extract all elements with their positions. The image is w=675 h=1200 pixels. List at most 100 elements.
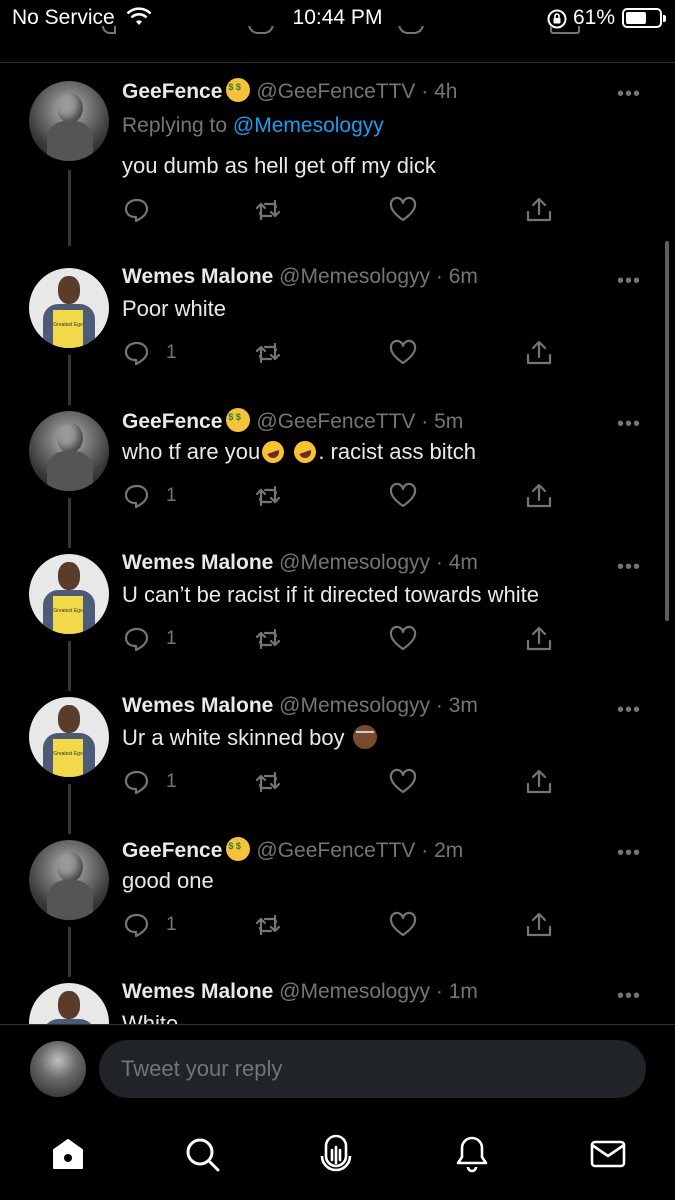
handle[interactable]: @Memesologyy [279,265,430,288]
avatar[interactable]: Greatest Ego [29,983,109,1025]
notifications-icon[interactable] [450,1132,494,1176]
like-button[interactable] [388,337,418,369]
avatar[interactable] [29,411,109,491]
handle[interactable]: @GeeFenceTTV [256,80,415,103]
share-button[interactable] [524,766,554,798]
separator-dot: · [435,694,443,717]
avatar[interactable]: Greatest Ego [29,268,109,348]
timestamp[interactable]: 6m [449,265,478,288]
handle[interactable]: @Memesologyy [279,694,430,717]
tweet[interactable]: GeeFence @GeeFenceTTV · 2m ••• good one 1 [0,822,675,977]
more-options-icon[interactable]: ••• [617,83,641,106]
own-avatar[interactable] [30,1041,86,1097]
timestamp[interactable]: 3m [449,694,478,717]
tweet-actions: 1 [122,909,562,943]
tweet[interactable]: Greatest Ego Wemes Malone @Memesologyy ·… [0,965,675,1025]
tweet-text: Ur a white skinned boy [122,725,377,751]
handle[interactable]: @GeeFenceTTV [256,839,415,862]
share-icon [526,626,552,651]
retweet-button[interactable] [253,480,283,512]
tweet-header: Wemes Malone @Memesologyy · 1m [122,980,478,1004]
reply-count: 1 [166,628,177,649]
display-name[interactable]: Wemes Malone [122,265,273,288]
share-button[interactable] [524,909,554,941]
display-name[interactable]: GeeFence [122,80,222,103]
more-options-icon[interactable]: ••• [617,413,641,436]
avatar[interactable]: Greatest Ego [29,554,109,634]
retweet-button[interactable] [253,623,283,655]
avatar[interactable] [29,840,109,920]
tweet-header: Wemes Malone @Memesologyy · 4m [122,551,478,575]
scrollbar[interactable] [665,241,669,621]
reply-count: 1 [166,771,177,792]
display-name[interactable]: GeeFence [122,410,222,433]
more-options-icon[interactable]: ••• [617,270,641,293]
tweet[interactable]: GeeFence @GeeFenceTTV · 4h ••• Replying t… [0,63,675,246]
like-button[interactable] [388,909,418,941]
tweet-text-part: who tf are you [122,439,261,464]
tweet[interactable]: Greatest Ego Wemes Malone @Memesologyy ·… [0,250,675,405]
reply-button[interactable]: 1 [122,766,177,798]
avatar[interactable] [29,81,109,161]
separator-dot: · [435,551,443,574]
retweet-icon [255,771,281,793]
retweet-button[interactable] [253,337,283,369]
mention-link[interactable]: @Memesologyy [233,114,384,137]
reply-icon [102,26,116,34]
tweet[interactable]: Greatest Ego Wemes Malone @Memesologyy ·… [0,536,675,691]
share-button[interactable] [524,194,554,226]
replying-to: Replying to @Memesologyy [122,114,384,138]
home-icon[interactable] [46,1132,90,1176]
display-name[interactable]: GeeFence [122,839,222,862]
display-name[interactable]: Wemes Malone [122,551,273,574]
reply-input[interactable]: Tweet your reply [99,1040,646,1098]
search-icon[interactable] [180,1132,224,1176]
like-icon [389,196,417,222]
separator-dot: · [435,980,443,1003]
more-options-icon[interactable]: ••• [617,699,641,722]
reply-count: 1 [166,342,177,363]
like-button[interactable] [388,623,418,655]
handle[interactable]: @Memesologyy [279,980,430,1003]
timestamp[interactable]: 4h [434,80,457,103]
tweet-text: U can’t be racist if it directed towards… [122,582,539,607]
tweet-actions [122,194,562,228]
tweet-text: White [122,1011,179,1025]
share-button[interactable] [524,623,554,655]
display-name[interactable]: Wemes Malone [122,694,273,717]
like-icon [389,768,417,794]
timestamp[interactable]: 5m [434,410,463,433]
timestamp[interactable]: 4m [449,551,478,574]
reply-icon [124,341,149,366]
reply-button[interactable]: 1 [122,480,177,512]
like-button[interactable] [388,194,418,226]
handle[interactable]: @Memesologyy [279,551,430,574]
reply-button[interactable]: 1 [122,909,177,941]
retweet-button[interactable] [253,194,283,226]
more-options-icon[interactable]: ••• [617,842,641,865]
reply-button[interactable] [122,194,152,226]
retweet-button[interactable] [253,766,283,798]
timestamp[interactable]: 2m [434,839,463,862]
reply-button[interactable]: 1 [122,623,177,655]
tweet-text-part: Ur a white skinned boy [122,725,345,750]
tweet-actions: 1 [122,337,562,371]
share-button[interactable] [524,480,554,512]
share-button[interactable] [524,337,554,369]
tweet[interactable]: GeeFence @GeeFenceTTV · 5m ••• who tf are… [0,393,675,548]
like-button[interactable] [388,766,418,798]
spaces-icon[interactable] [314,1132,358,1176]
more-options-icon[interactable]: ••• [617,985,641,1008]
retweet-button[interactable] [253,909,283,941]
timestamp[interactable]: 1m [449,980,478,1003]
tweet[interactable]: Greatest Ego Wemes Malone @Memesologyy ·… [0,679,675,834]
handle[interactable]: @GeeFenceTTV [256,410,415,433]
display-name[interactable]: Wemes Malone [122,980,273,1003]
messages-icon[interactable] [586,1132,630,1176]
retweet-icon [248,26,274,34]
more-options-icon[interactable]: ••• [617,556,641,579]
avatar[interactable]: Greatest Ego [29,697,109,777]
reply-button[interactable]: 1 [122,337,177,369]
like-button[interactable] [388,480,418,512]
tweet-header: Wemes Malone @Memesologyy · 6m [122,265,478,289]
